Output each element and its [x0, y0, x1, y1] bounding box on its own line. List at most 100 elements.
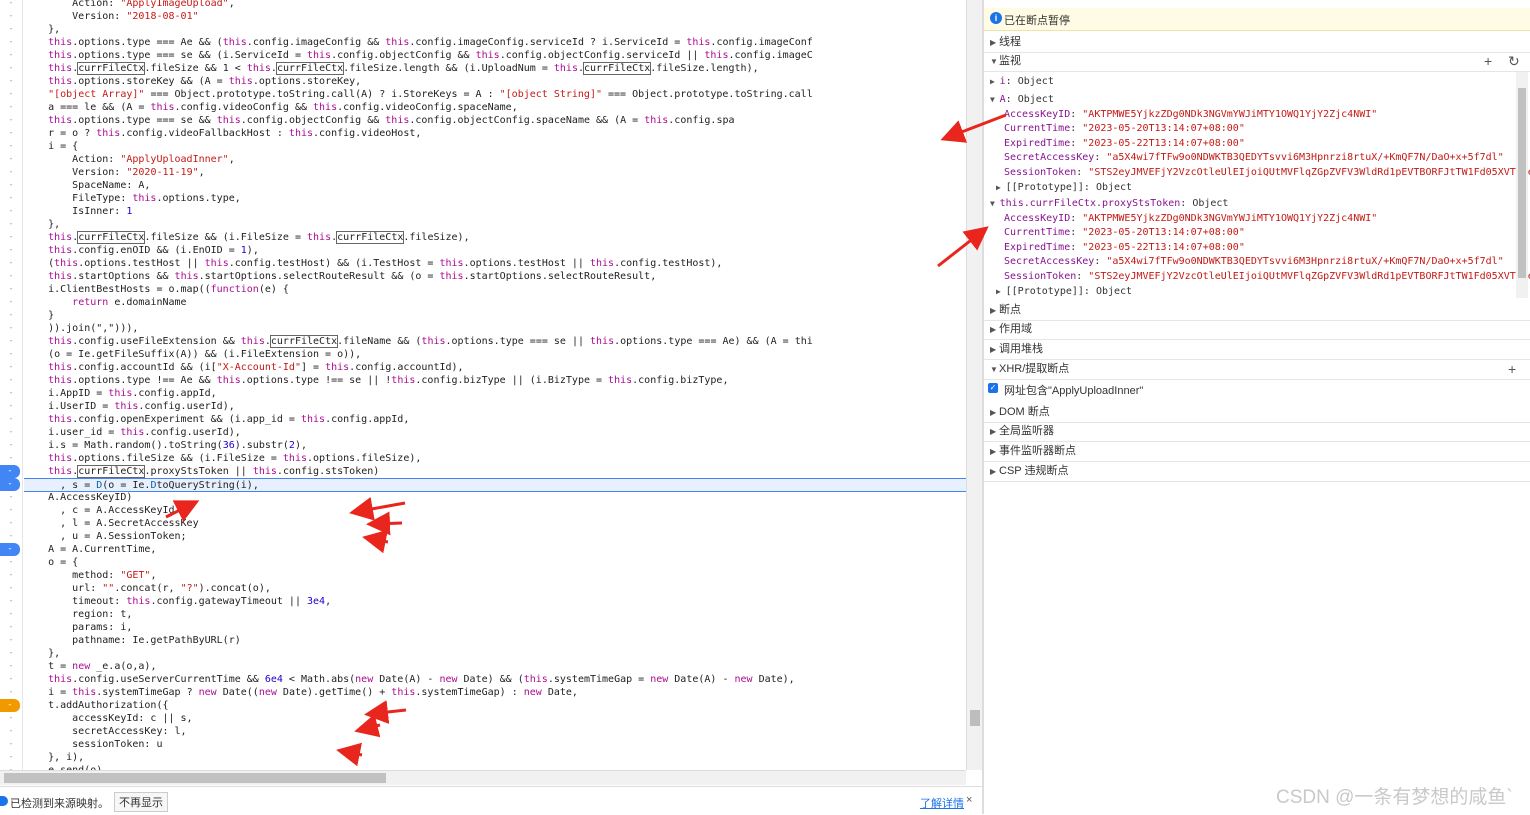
code-line[interactable]: timeout: this.config.gatewayTimeout || 3… [24, 595, 966, 608]
code-line[interactable]: this.options.storeKey && (A = this.optio… [24, 75, 966, 88]
code-line[interactable]: this.currFileCtx.fileSize && 1 < this.cu… [24, 62, 966, 75]
code-line[interactable]: , u = A.SessionToken; [24, 530, 966, 543]
gutter-marker[interactable]: - [0, 166, 22, 179]
watch-property-row[interactable]: ExpiredTime: "2023-05-22T13:14:07+08:00" [1004, 137, 1530, 151]
gutter-marker[interactable]: - [0, 140, 22, 153]
gutter-marker[interactable]: - [0, 634, 22, 647]
section-dom-breakpoints[interactable]: ▶ DOM 断点 [984, 403, 1530, 423]
watch-property-row[interactable]: SecretAccessKey: "a5X4wi7fTFw9o0NDWKTB3Q… [1004, 151, 1530, 165]
code-line[interactable]: SpaceName: A, [24, 179, 966, 192]
editor-vertical-scrollbar[interactable] [966, 0, 983, 770]
gutter-marker[interactable]: - [0, 751, 22, 764]
watch-property-row[interactable]: AccessKeyID: "AKTPMWE5YjkzZDg0NDk3NGVmYW… [1004, 108, 1530, 122]
code-line[interactable]: this.config.useFileExtension && this.cur… [24, 335, 966, 348]
gutter-marker[interactable]: - [0, 75, 22, 88]
refresh-icon[interactable]: ↻ [1508, 52, 1520, 71]
editor-vertical-scroll-thumb[interactable] [970, 710, 980, 726]
code-line[interactable]: i = { [24, 140, 966, 153]
code-line[interactable]: this.options.type === Ae && (this.config… [24, 36, 966, 49]
code-line[interactable]: this.options.type === se && (i.ServiceId… [24, 49, 966, 62]
gutter-marker[interactable]: - [0, 283, 22, 296]
gutter-marker[interactable]: - [0, 49, 22, 62]
code-line[interactable]: (o = Ie.getFileSuffix(A)) && (i.FileExte… [24, 348, 966, 361]
gutter-marker[interactable]: - [0, 413, 22, 426]
add-watch-icon[interactable]: + [1484, 52, 1492, 71]
current-execution-line[interactable]: , s = D(o = Ie.DtoQueryString(i), [24, 478, 966, 492]
code-line[interactable]: this.options.type !== Ae && this.options… [24, 374, 966, 387]
editor-horizontal-scrollbar[interactable] [0, 770, 966, 785]
watch-property-row[interactable]: CurrentTime: "2023-05-20T13:14:07+08:00" [1004, 122, 1530, 136]
gutter-marker[interactable]: - [0, 582, 22, 595]
add-xhr-breakpoint-icon[interactable]: + [1508, 360, 1516, 379]
code-line[interactable]: }, i), [24, 751, 966, 764]
gutter-marker[interactable]: - [0, 192, 22, 205]
gutter-marker[interactable]: - [0, 218, 22, 231]
gutter-marker[interactable]: - [0, 296, 22, 309]
gutter-marker[interactable]: - [0, 725, 22, 738]
code-line[interactable]: i.UserID = this.config.userId), [24, 400, 966, 413]
prototype-row[interactable]: ▶ [[Prototype]]: Object [996, 181, 1526, 195]
breakpoint-marker[interactable]: - [0, 465, 20, 478]
gutter-marker[interactable]: - [0, 621, 22, 634]
code-line[interactable]: this.options.type === se && this.config.… [24, 114, 966, 127]
code-line[interactable]: t.addAuthorization({ [24, 699, 966, 712]
gutter-marker[interactable]: - [0, 244, 22, 257]
gutter-marker[interactable]: - [0, 114, 22, 127]
gutter-marker[interactable]: - [0, 322, 22, 335]
code-line[interactable]: , c = A.AccessKeyId [24, 504, 966, 517]
gutter-marker[interactable]: - [0, 231, 22, 244]
learn-more-link[interactable]: 了解详情 [920, 795, 964, 811]
code-line[interactable]: i = this.systemTimeGap ? new Date((new D… [24, 686, 966, 699]
code-line[interactable]: this.config.accountId && (i["X-Account-I… [24, 361, 966, 374]
code-line[interactable]: return e.domainName [24, 296, 966, 309]
section-breakpoints[interactable]: ▶ 断点 [984, 301, 1530, 321]
watch-property-row[interactable]: SessionToken: "STS2eyJMVEFjY2VzcOtleUlEI… [1004, 270, 1530, 284]
code-line[interactable]: this.startOptions && this.startOptions.s… [24, 270, 966, 283]
code-line[interactable]: o = { [24, 556, 966, 569]
code-line[interactable]: A = A.CurrentTime, [24, 543, 966, 556]
code-line[interactable]: this.config.openExperiment && (i.app_id … [24, 413, 966, 426]
watch-item-i[interactable]: ▶ i: Object [990, 75, 1520, 89]
section-threads[interactable]: ▶ 线程 [984, 33, 1530, 53]
dont-show-again-button[interactable]: 不再显示 [114, 792, 168, 812]
code-line[interactable]: Version: "2018-08-01" [24, 10, 966, 23]
code-line[interactable]: sessionToken: u [24, 738, 966, 751]
line-gutter[interactable]: ----------------------------------------… [0, 0, 23, 770]
code-line[interactable]: }, [24, 23, 966, 36]
code-line[interactable]: region: t, [24, 608, 966, 621]
code-line[interactable]: this.config.useServerCurrentTime && 6e4 … [24, 673, 966, 686]
watch-property-row[interactable]: ExpiredTime: "2023-05-22T13:14:07+08:00" [1004, 241, 1530, 255]
code-line[interactable]: this.currFileCtx.fileSize && (i.FileSize… [24, 231, 966, 244]
section-xhr-breakpoints[interactable]: ▼ XHR/提取断点 + [984, 360, 1530, 380]
gutter-marker[interactable]: - [0, 426, 22, 439]
gutter-marker[interactable]: - [0, 738, 22, 751]
gutter-marker[interactable]: - [0, 101, 22, 114]
gutter-marker[interactable]: - [0, 504, 22, 517]
gutter-marker[interactable]: - [0, 88, 22, 101]
code-line[interactable]: a === le && (A = this.config.videoConfig… [24, 101, 966, 114]
conditional-breakpoint-marker[interactable]: - [0, 699, 20, 712]
code-line[interactable]: r = o ? this.config.videoFallbackHost : … [24, 127, 966, 140]
code-line[interactable]: Action: "ApplyUploadInner", [24, 153, 966, 166]
gutter-marker[interactable]: - [0, 400, 22, 413]
section-watch[interactable]: ▼ 监视 + ↻ [984, 52, 1530, 72]
gutter-marker[interactable]: - [0, 10, 22, 23]
prototype-row[interactable]: ▶ [[Prototype]]: Object [996, 285, 1526, 299]
gutter-marker[interactable]: - [0, 517, 22, 530]
gutter-marker[interactable]: - [0, 452, 22, 465]
code-line[interactable]: A.AccessKeyID) [24, 491, 966, 504]
breakpoint-marker[interactable]: - [0, 478, 20, 491]
gutter-marker[interactable]: - [0, 348, 22, 361]
gutter-marker[interactable]: - [0, 387, 22, 400]
watch-property-row[interactable]: CurrentTime: "2023-05-20T13:14:07+08:00" [1004, 226, 1530, 240]
code-line[interactable]: i.AppID = this.config.appId, [24, 387, 966, 400]
editor-horizontal-scroll-thumb[interactable] [4, 773, 386, 783]
gutter-marker[interactable]: - [0, 270, 22, 283]
gutter-marker[interactable]: - [0, 36, 22, 49]
source-code-editor[interactable]: ----------------------------------------… [0, 0, 966, 770]
breakpoint-marker[interactable]: - [0, 543, 20, 556]
gutter-marker[interactable]: - [0, 257, 22, 270]
gutter-marker[interactable]: - [0, 309, 22, 322]
code-line[interactable]: method: "GET", [24, 569, 966, 582]
code-line[interactable]: }, [24, 647, 966, 660]
